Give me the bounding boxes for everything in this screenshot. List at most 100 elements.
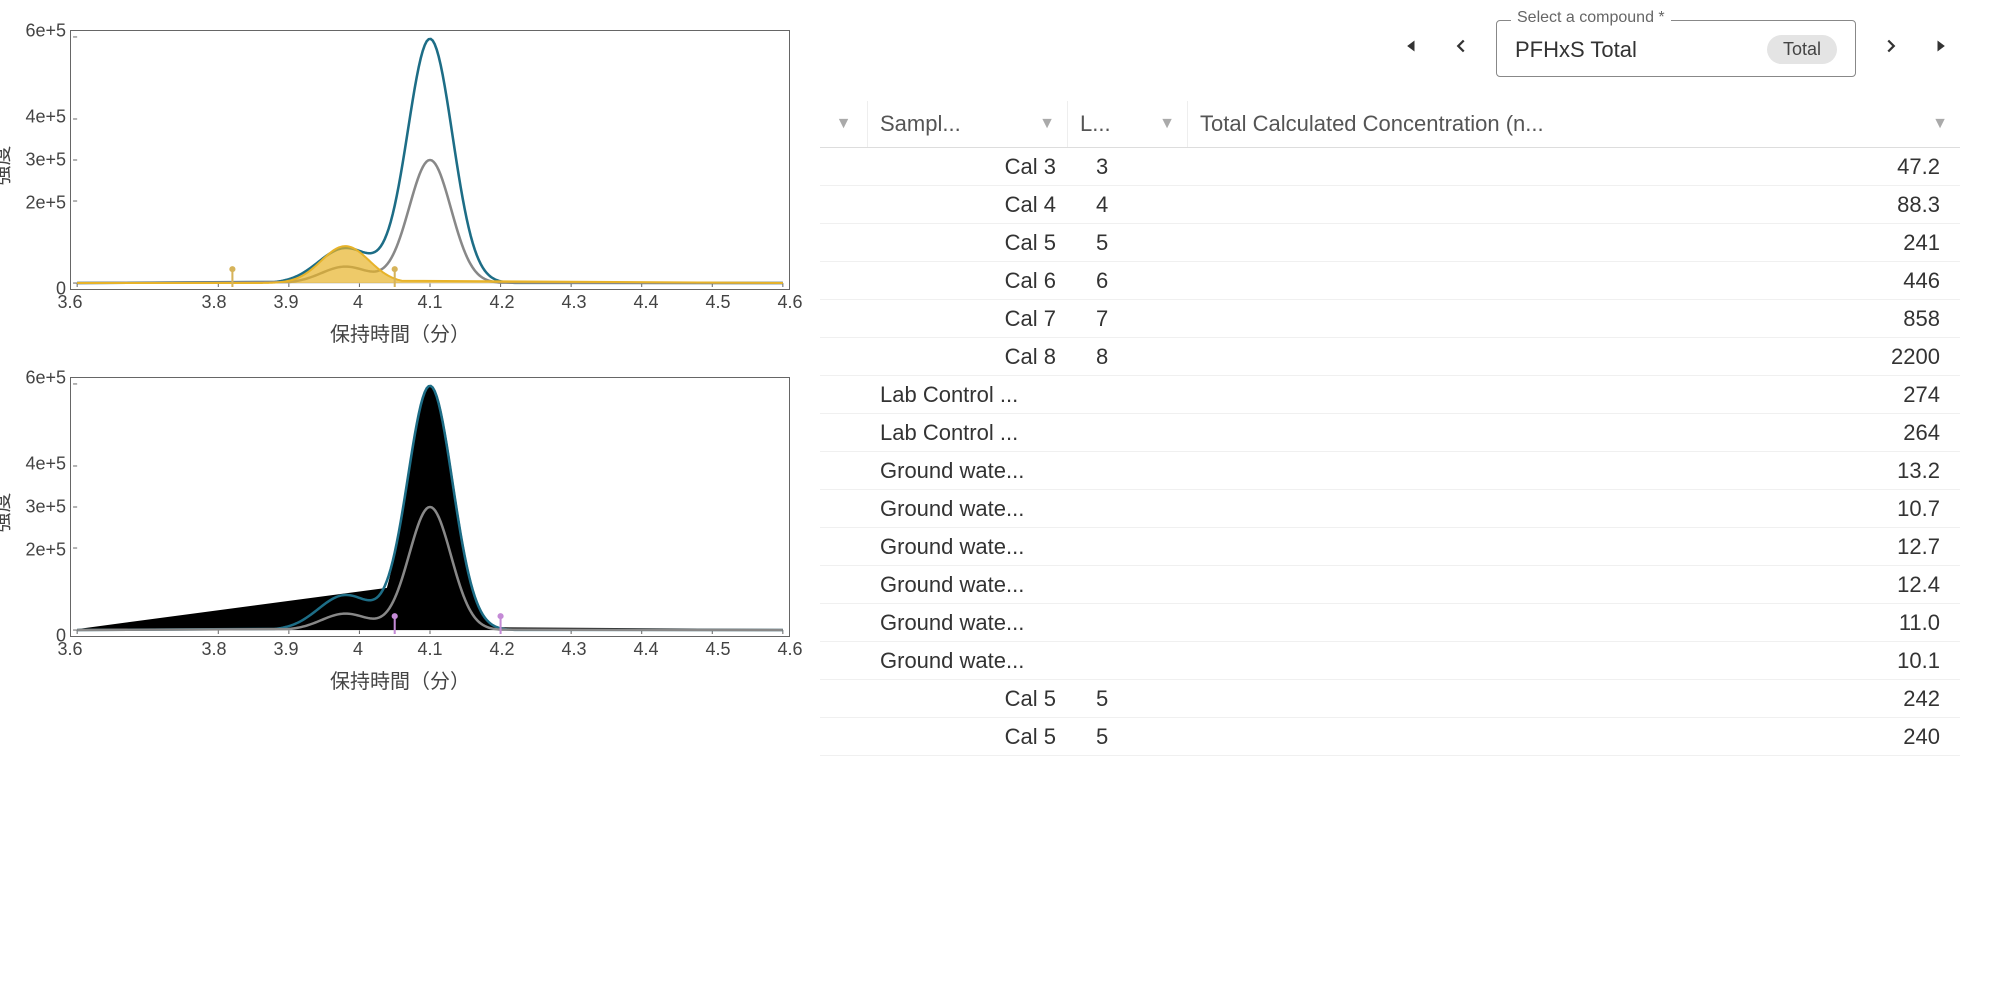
- cell-concentration: 47.2: [1188, 150, 1960, 184]
- cell-level: 8: [1068, 340, 1188, 374]
- filter-icon[interactable]: ▼: [836, 115, 852, 133]
- table-row[interactable]: Lab Control ... 264: [820, 414, 1960, 452]
- filter-icon[interactable]: ▼: [1039, 115, 1055, 133]
- table-body: Cal 3347.2Cal 4488.3Cal 55241Cal 66446Ca…: [820, 148, 1960, 984]
- cell-concentration: 12.7: [1188, 530, 1960, 564]
- cell-sample: Ground wate...: [868, 568, 1068, 602]
- table-row[interactable]: Cal 3347.2: [820, 148, 1960, 186]
- chromatogram-chart-2[interactable]: 強度 02e+53e+54e+56e+5 3.63.83.944.14.24.3…: [10, 357, 790, 694]
- x-ticks: 3.63.83.944.14.24.34.44.54.6: [70, 290, 790, 314]
- cell-concentration: 11.0: [1188, 606, 1960, 640]
- first-icon: [1398, 35, 1420, 57]
- cell-sample: Ground wate...: [868, 530, 1068, 564]
- cell-level: 5: [1068, 720, 1188, 754]
- cell-concentration: 12.4: [1188, 568, 1960, 602]
- cell-level: 5: [1068, 226, 1188, 260]
- cell-level: [1068, 505, 1188, 513]
- cell-concentration: 10.1: [1188, 644, 1960, 678]
- chevron-right-icon: [1880, 35, 1902, 57]
- cell-level: 6: [1068, 264, 1188, 298]
- cell-concentration: 88.3: [1188, 188, 1960, 222]
- cell-sample: Cal 7: [868, 302, 1068, 336]
- y-ticks: 02e+53e+54e+56e+5: [1, 31, 66, 289]
- y-ticks: 02e+53e+54e+56e+5: [1, 378, 66, 636]
- cell-concentration: 241: [1188, 226, 1960, 260]
- table-row[interactable]: Cal 77858: [820, 300, 1960, 338]
- table-row[interactable]: Ground wate... 12.7: [820, 528, 1960, 566]
- cell-level: 7: [1068, 302, 1188, 336]
- table-row[interactable]: Cal 55241: [820, 224, 1960, 262]
- compound-select-value: PFHxS Total: [1515, 37, 1753, 63]
- cell-concentration: 264: [1188, 416, 1960, 450]
- table-row[interactable]: Ground wate... 10.1: [820, 642, 1960, 680]
- column-header-level[interactable]: L... ▼: [1068, 101, 1188, 147]
- cell-concentration: 10.7: [1188, 492, 1960, 526]
- charts-panel: 強度 02e+53e+54e+56e+5 3.63.83.944.14.24.3…: [0, 0, 800, 984]
- x-ticks: 3.63.83.944.14.24.34.44.54.6: [70, 637, 790, 661]
- plot-svg: [71, 31, 789, 289]
- cell-sample: Ground wate...: [868, 492, 1068, 526]
- table-row[interactable]: Cal 4488.3: [820, 186, 1960, 224]
- cell-level: [1068, 619, 1188, 627]
- cell-sample: Ground wate...: [868, 644, 1068, 678]
- table-row[interactable]: Cal 882200: [820, 338, 1960, 376]
- cell-level: [1068, 391, 1188, 399]
- cell-level: 5: [1068, 682, 1188, 716]
- table-row[interactable]: Ground wate... 13.2: [820, 452, 1960, 490]
- cell-concentration: 2200: [1188, 340, 1960, 374]
- compound-select[interactable]: Select a compound * PFHxS Total Total: [1496, 20, 1856, 77]
- compound-nav-bar: Select a compound * PFHxS Total Total: [820, 20, 1960, 77]
- cell-sample: Lab Control ...: [868, 416, 1068, 450]
- table-header: ▼ Sampl... ▼ L... ▼ Total Calculated Con…: [820, 101, 1960, 148]
- cell-sample: Ground wate...: [868, 454, 1068, 488]
- results-table: ▼ Sampl... ▼ L... ▼ Total Calculated Con…: [820, 101, 1960, 984]
- plot-area-2[interactable]: 02e+53e+54e+56e+5: [70, 377, 790, 637]
- first-compound-button[interactable]: [1392, 29, 1426, 68]
- column-header-blank[interactable]: ▼: [820, 101, 868, 147]
- cell-level: 4: [1068, 188, 1188, 222]
- cell-sample: Cal 4: [868, 188, 1068, 222]
- cell-concentration: 274: [1188, 378, 1960, 412]
- cell-concentration: 858: [1188, 302, 1960, 336]
- cell-level: 3: [1068, 150, 1188, 184]
- table-row[interactable]: Ground wate... 11.0: [820, 604, 1960, 642]
- cell-level: [1068, 581, 1188, 589]
- filter-icon[interactable]: ▼: [1159, 115, 1175, 133]
- x-axis-label: 保持時間（分）: [10, 318, 790, 347]
- table-row[interactable]: Cal 66446: [820, 262, 1960, 300]
- next-compound-button[interactable]: [1874, 29, 1908, 68]
- cell-sample: Ground wate...: [868, 606, 1068, 640]
- cell-sample: Cal 5: [868, 720, 1068, 754]
- compound-type-badge: Total: [1767, 35, 1837, 64]
- last-icon: [1932, 35, 1954, 57]
- cell-level: [1068, 657, 1188, 665]
- table-row[interactable]: Ground wate... 12.4: [820, 566, 1960, 604]
- results-panel: Select a compound * PFHxS Total Total ▼ …: [800, 0, 2000, 984]
- x-axis-label: 保持時間（分）: [10, 665, 790, 694]
- column-header-sample[interactable]: Sampl... ▼: [868, 101, 1068, 147]
- last-compound-button[interactable]: [1926, 29, 1960, 68]
- table-row[interactable]: Cal 55242: [820, 680, 1960, 718]
- cell-concentration: 446: [1188, 264, 1960, 298]
- cell-sample: Cal 5: [868, 226, 1068, 260]
- cell-concentration: 13.2: [1188, 454, 1960, 488]
- cell-level: [1068, 467, 1188, 475]
- cell-level: [1068, 543, 1188, 551]
- cell-sample: Cal 3: [868, 150, 1068, 184]
- cell-sample: Cal 5: [868, 682, 1068, 716]
- cell-sample: Cal 8: [868, 340, 1068, 374]
- prev-compound-button[interactable]: [1444, 29, 1478, 68]
- cell-concentration: 242: [1188, 682, 1960, 716]
- column-header-concentration[interactable]: Total Calculated Concentration (n... ▼: [1188, 101, 1960, 147]
- filter-icon[interactable]: ▼: [1932, 115, 1948, 133]
- chromatogram-chart-1[interactable]: 強度 02e+53e+54e+56e+5 3.63.83.944.14.24.3…: [10, 10, 790, 347]
- table-row[interactable]: Lab Control ...274: [820, 376, 1960, 414]
- cell-concentration: 240: [1188, 720, 1960, 754]
- table-row[interactable]: Ground wate... 10.7: [820, 490, 1960, 528]
- compound-select-legend: Select a compound *: [1511, 9, 1671, 27]
- table-row[interactable]: Cal 55240: [820, 718, 1960, 756]
- cell-sample: Cal 6: [868, 264, 1068, 298]
- chevron-left-icon: [1450, 35, 1472, 57]
- plot-area-1[interactable]: 02e+53e+54e+56e+5: [70, 30, 790, 290]
- cell-level: [1068, 429, 1188, 437]
